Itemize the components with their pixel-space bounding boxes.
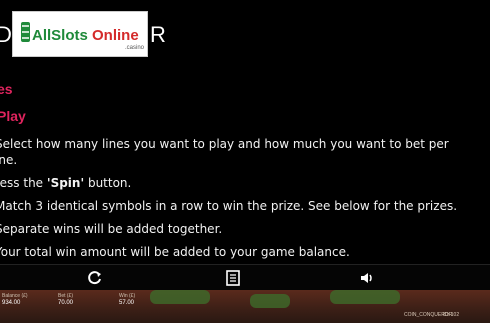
- bottom-toolbar: [0, 264, 490, 291]
- vine-decoration: [150, 290, 210, 304]
- game-id: ID: 102: [443, 312, 460, 318]
- section-subtitle: Play: [0, 108, 26, 124]
- win-display: Win (£) 57.00: [119, 293, 136, 306]
- rule-item: Separate wins will be added together.: [0, 222, 223, 236]
- vine-decoration: [330, 290, 400, 304]
- balance-display: Balance (£) 934.00: [2, 293, 28, 306]
- svg-text:AllSlots: AllSlots: [32, 27, 88, 44]
- rule-item: Your total win amount will be added to y…: [0, 245, 350, 259]
- title-left-fragment: D: [0, 22, 13, 47]
- rules-list: Select how many lines you want to play a…: [0, 136, 490, 267]
- title-right-fragment: R: [150, 22, 167, 47]
- game-status-bar: Balance (£) 934.00 Bet (£) 70.00 Win (£)…: [0, 290, 490, 323]
- reload-icon[interactable]: [86, 269, 104, 287]
- svg-text:.casino: .casino: [125, 45, 145, 51]
- page-title: D: [0, 22, 13, 48]
- rule-item: Select how many lines you want to play a…: [0, 137, 449, 167]
- volume-icon[interactable]: [358, 269, 376, 287]
- page-title-right: R: [150, 22, 167, 48]
- svg-text:Online: Online: [92, 27, 139, 44]
- allslotsonline-logo: AllSlots Online .casino: [21, 22, 145, 51]
- vine-decoration: [250, 294, 290, 308]
- rule-item: ress the 'Spin' button.: [0, 176, 132, 190]
- bet-display: Bet (£) 70.00: [58, 293, 74, 306]
- paytable-icon[interactable]: [224, 269, 242, 287]
- section-title: es: [0, 81, 13, 97]
- rule-item: Match 3 identical symbols in a row to wi…: [0, 199, 458, 213]
- watermark-logo: AllSlots Online .casino: [12, 11, 148, 57]
